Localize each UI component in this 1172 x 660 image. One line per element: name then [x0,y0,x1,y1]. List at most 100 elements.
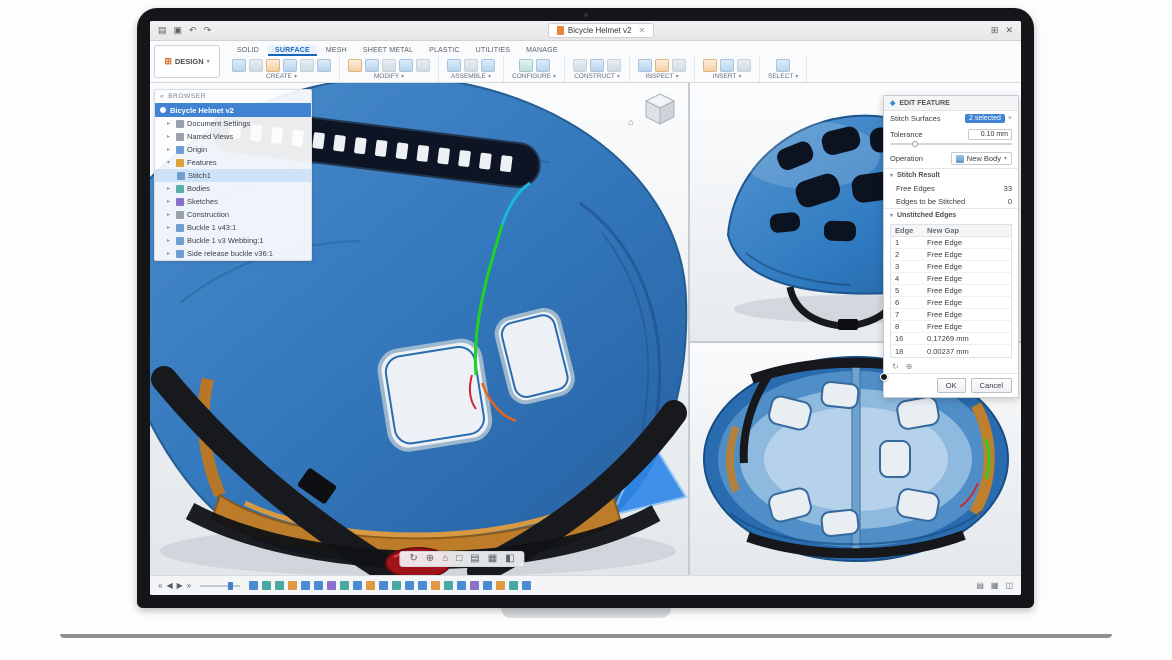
tool-icon[interactable] [655,58,670,72]
tool-icon[interactable] [266,58,280,72]
timeline-feature-icon[interactable] [379,581,389,590]
timeline-feature-icon[interactable] [457,581,467,590]
tool-icon[interactable] [447,58,461,72]
tree-item-buckle-1[interactable]: ▸ Buckle 1 v43:1 [155,221,311,234]
table-row[interactable]: 3 Free Edge [891,261,1011,273]
view-cube[interactable]: ⌂ [628,89,680,129]
tab-solid[interactable]: SOLID [230,45,266,56]
visibility-icon[interactable] [160,107,166,113]
tool-icon[interactable] [638,58,653,72]
refresh-icon[interactable]: ↻ [892,362,899,371]
table-row[interactable]: 1 Free Edge [891,237,1011,249]
timeline-feature-icon[interactable] [470,581,480,590]
timeline-feature-icon[interactable] [249,581,259,590]
tree-item-bodies[interactable]: ▸ Bodies [155,182,311,195]
tool-icon[interactable] [232,58,246,72]
tree-item-origin[interactable]: ▸ Origin [155,143,311,156]
group-construct-label[interactable]: CONSTRUCT [574,73,615,80]
chevron-right-icon[interactable]: ▸ [167,120,173,127]
pan-icon[interactable]: ⊕ [426,554,434,564]
timeline-feature-icon[interactable] [405,581,415,590]
tolerance-input[interactable]: 0.10 mm [968,129,1012,140]
timeline-feature-icon[interactable] [353,581,363,590]
timeline-go-start-icon[interactable]: « [158,581,162,590]
home-view-icon[interactable]: ⌂ [628,117,633,127]
clear-selection-icon[interactable]: × [1008,115,1012,122]
timeline-options-icon[interactable]: ▤ [976,581,984,590]
tool-icon[interactable] [317,58,331,72]
tool-icon[interactable] [776,58,791,72]
chevron-right-icon[interactable]: ▸ [167,133,173,140]
orbit-icon[interactable]: ↻ [409,554,417,564]
dialog-grip-dot[interactable] [880,373,888,381]
stitch-result-section[interactable]: ▾ Stitch Result [884,168,1018,182]
timeline-scrubber[interactable] [200,581,241,590]
look-at-icon[interactable]: ⌂ [442,554,448,564]
grid-settings-icon[interactable]: ▦ [488,554,497,564]
table-row[interactable]: 6 Free Edge [891,297,1011,309]
document-tab[interactable]: Bicycle Helmet v2 ✕ [547,23,655,38]
app-menu-icon[interactable]: ▤ [158,26,167,35]
tree-item-side-release-buckle[interactable]: ▸ Side release buckle v36:1 [155,247,311,260]
timeline-feature-icon[interactable] [366,581,376,590]
tree-item-buckle-webbing[interactable]: ▸ Buckle 1 v3 Webbing:1 [155,234,311,247]
tab-mesh[interactable]: MESH [319,45,354,56]
tool-icon[interactable] [399,58,413,72]
tool-icon[interactable] [573,58,588,72]
tool-icon[interactable] [607,58,622,72]
tool-icon[interactable] [300,58,314,72]
table-row[interactable]: 7 Free Edge [891,309,1011,321]
tab-plastic[interactable]: PLASTIC [422,45,467,56]
timeline-play-icon[interactable]: ▶ [177,581,183,590]
tool-icon[interactable] [382,58,396,72]
tool-icon[interactable] [283,58,297,72]
ok-button[interactable]: OK [936,378,966,393]
tool-icon[interactable] [672,58,687,72]
timeline-feature-icon[interactable] [509,581,519,590]
group-modify-label[interactable]: MODIFY [374,73,399,80]
timeline-feature-icon[interactable] [483,581,493,590]
operation-dropdown[interactable]: New Body ▾ [950,152,1012,165]
redo-icon[interactable]: ↷ [204,26,212,35]
timeline-go-end-icon[interactable]: » [187,581,191,590]
timeline-feature-icon[interactable] [496,581,506,590]
table-row[interactable]: 18 0.00237 mm [891,345,1011,357]
tab-manage[interactable]: MANAGE [519,45,565,56]
tool-icon[interactable] [590,58,605,72]
group-select-label[interactable]: SELECT [768,73,793,80]
timeline-feature-icon[interactable] [288,581,298,590]
tree-item-document-settings[interactable]: ▸ Document Settings [155,117,311,130]
tool-icon[interactable] [535,58,550,72]
timeline-group-icon[interactable]: ▦ [991,581,999,590]
chevron-right-icon[interactable]: ▸ [167,250,173,257]
table-row[interactable]: 8 Free Edge [891,321,1011,333]
tree-item-sketches[interactable]: ▸ Sketches [155,195,311,208]
timeline-feature-icon[interactable] [431,581,441,590]
chevron-right-icon[interactable]: ▸ [167,211,173,218]
tool-icon[interactable] [720,58,735,72]
group-inspect-label[interactable]: INSPECT [645,73,673,80]
tool-icon[interactable] [464,58,478,72]
table-row[interactable]: 2 Free Edge [891,249,1011,261]
group-configure-label[interactable]: CONFIGURE [512,73,551,80]
tool-icon[interactable] [518,58,533,72]
tab-sheet-metal[interactable]: SHEET METAL [356,45,420,56]
timeline-feature-icon[interactable] [314,581,324,590]
browser-document-row[interactable]: Bicycle Helmet v2 [155,103,311,117]
tree-item-construction[interactable]: ▸ Construction [155,208,311,221]
timeline-feature-icon[interactable] [392,581,402,590]
tree-item-named-views[interactable]: ▸ Named Views [155,130,311,143]
table-row[interactable]: 5 Free Edge [891,285,1011,297]
timeline-feature-icon[interactable] [418,581,428,590]
timeline-feature-icon[interactable] [262,581,272,590]
tool-icon[interactable] [348,58,362,72]
display-settings-icon[interactable]: ▤ [470,554,479,564]
timeline-feature-icon[interactable] [301,581,311,590]
chevron-right-icon[interactable]: ▸ [167,185,173,192]
close-window-icon[interactable]: ✕ [1005,26,1013,35]
close-tab-icon[interactable]: ✕ [638,26,645,35]
timeline-feature-icon[interactable] [275,581,285,590]
group-insert-label[interactable]: INSERT [713,73,737,80]
zoom-to-edge-icon[interactable]: ⊕ [906,362,913,371]
slider-handle[interactable] [911,141,918,147]
